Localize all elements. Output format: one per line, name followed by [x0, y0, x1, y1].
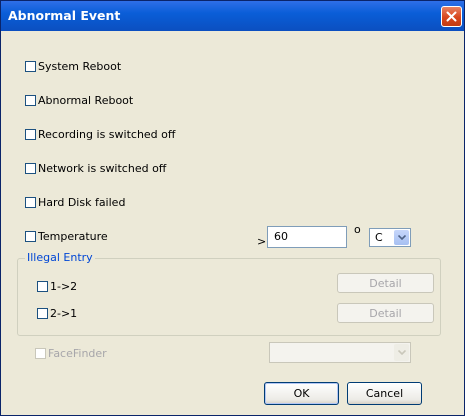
hard-disk-failed-label: Hard Disk failed [38, 196, 126, 209]
chevron-down-icon[interactable] [394, 230, 409, 245]
illegal-entry-group [17, 258, 441, 336]
temperature-checkbox[interactable] [25, 231, 36, 242]
close-icon [446, 11, 457, 22]
system-reboot-checkbox[interactable] [25, 61, 36, 72]
entry-1-2-label: 1->2 [50, 280, 78, 293]
close-button[interactable] [441, 6, 462, 27]
hard-disk-failed-checkbox[interactable] [25, 197, 36, 208]
cancel-button[interactable]: Cancel [347, 382, 422, 405]
temperature-label: Temperature [38, 230, 108, 243]
degree-symbol: o [354, 223, 361, 236]
temperature-operator: > [257, 235, 267, 248]
hard-disk-failed-option[interactable]: Hard Disk failed [25, 196, 125, 209]
entry-2-1-label: 2->1 [50, 307, 78, 320]
abnormal-reboot-option[interactable]: Abnormal Reboot [25, 94, 133, 107]
network-off-checkbox[interactable] [25, 163, 36, 174]
chevron-down-icon[interactable] [394, 344, 409, 361]
temperature-unit-value: C [375, 231, 383, 244]
ok-button[interactable]: OK [264, 382, 339, 405]
recording-off-checkbox[interactable] [25, 129, 36, 140]
illegal-entry-legend: Illegal Entry [25, 251, 95, 264]
facefinder-checkbox[interactable] [35, 348, 46, 359]
network-off-option[interactable]: Network is switched off [25, 162, 166, 175]
system-reboot-label: System Reboot [38, 60, 122, 73]
recording-off-option[interactable]: Recording is switched off [25, 128, 175, 141]
entry-1-2-checkbox[interactable] [37, 281, 48, 292]
temperature-option[interactable]: Temperature [25, 230, 108, 243]
entry-1-2-option[interactable]: 1->2 [37, 280, 77, 293]
title-bar[interactable]: Abnormal Event [1, 1, 464, 31]
system-reboot-option[interactable]: System Reboot [25, 60, 121, 73]
entry-2-1-checkbox[interactable] [37, 308, 48, 319]
abnormal-event-dialog: Abnormal Event System Reboot Abnormal Re… [0, 0, 465, 416]
entry-2-1-detail-button[interactable]: Detail [337, 303, 434, 323]
abnormal-reboot-label: Abnormal Reboot [38, 94, 134, 107]
temperature-input[interactable]: 60 [267, 226, 347, 248]
entry-2-1-option[interactable]: 2->1 [37, 307, 77, 320]
recording-off-label: Recording is switched off [38, 128, 176, 141]
facefinder-option[interactable]: FaceFinder [35, 347, 107, 360]
facefinder-label: FaceFinder [48, 347, 107, 360]
entry-1-2-detail-button[interactable]: Detail [337, 273, 434, 293]
temperature-unit-select[interactable]: C [369, 228, 411, 247]
network-off-label: Network is switched off [38, 162, 167, 175]
window-title: Abnormal Event [8, 8, 121, 23]
abnormal-reboot-checkbox[interactable] [25, 95, 36, 106]
facefinder-select[interactable] [269, 342, 411, 363]
